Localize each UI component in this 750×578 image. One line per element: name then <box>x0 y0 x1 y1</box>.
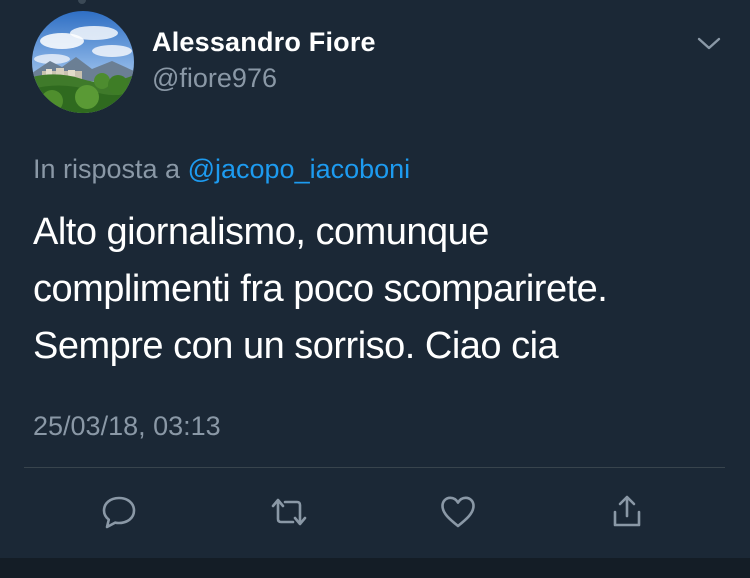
divider <box>24 467 725 468</box>
avatar[interactable] <box>32 11 134 113</box>
reply-context: In risposta a @jacopo_iacoboni <box>33 154 410 185</box>
tweet-detail: Alessandro Fiore @fiore976 In risposta a… <box>0 0 750 578</box>
heart-icon <box>441 496 475 528</box>
like-button[interactable] <box>436 490 480 534</box>
author-handle[interactable]: @fiore976 <box>152 63 277 94</box>
avatar-landscape-image <box>32 11 134 113</box>
tweet-text-line: Alto giornalismo, comunque <box>33 211 489 253</box>
share-upload-icon <box>613 495 641 527</box>
share-button[interactable] <box>605 490 649 534</box>
thread-connector <box>78 0 86 4</box>
reply-mention-link[interactable]: @jacopo_iacoboni <box>188 154 411 184</box>
reply-prefix: In risposta a <box>33 154 181 184</box>
more-options-button[interactable] <box>694 30 724 58</box>
tweet-timestamp: 25/03/18, 03:13 <box>33 411 221 441</box>
author-display-name[interactable]: Alessandro Fiore <box>152 27 376 58</box>
reply-button[interactable] <box>97 490 141 534</box>
retweet-button[interactable] <box>267 490 311 534</box>
chevron-down-icon <box>697 37 721 50</box>
bottom-separator <box>0 558 750 578</box>
tweet-text-line: complimenti fra poco scomparirete. <box>33 268 608 310</box>
tweet-text: Alto giornalismo, comunque complimenti f… <box>33 204 723 375</box>
retweet-arrows-icon <box>271 498 307 526</box>
speech-bubble-icon <box>102 496 136 529</box>
tweet-text-line: Sempre con un sorriso. Ciao cia <box>33 325 559 367</box>
